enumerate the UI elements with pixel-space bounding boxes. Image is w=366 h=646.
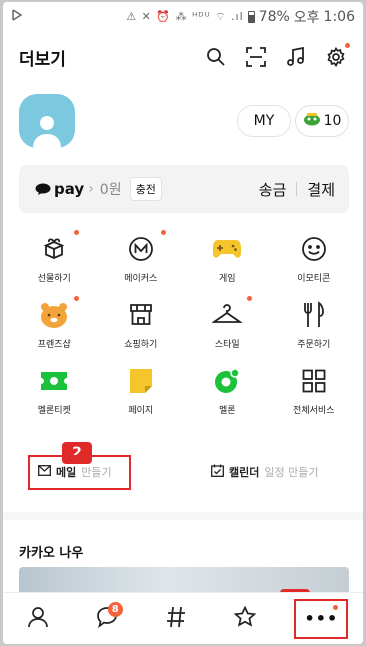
more-icon: ••• <box>304 609 339 628</box>
battery-level: 78% <box>258 9 290 25</box>
service-label: 멜론티켓 <box>37 406 71 416</box>
melon-icon <box>210 364 244 398</box>
my-button[interactable]: MY <box>237 105 291 137</box>
service-label: 스타일 <box>214 340 240 350</box>
star-icon <box>233 604 257 632</box>
person-icon <box>27 606 49 632</box>
friends-shop-icon <box>37 296 80 332</box>
service-label: 게임 <box>218 274 236 284</box>
charge-button[interactable]: 충전 <box>129 177 162 201</box>
page-title: 더보기 <box>19 49 66 70</box>
calendar-label: 캘린더 <box>229 466 260 479</box>
battery-icon <box>247 11 255 23</box>
service-label: 주문하기 <box>297 340 331 350</box>
service-page[interactable]: 페이지 <box>98 364 185 416</box>
service-all[interactable]: 전체서비스 <box>271 364 358 416</box>
scan-icon[interactable] <box>245 46 267 68</box>
melon-ticket-icon <box>37 364 71 398</box>
payment-button[interactable]: 결제 <box>307 179 335 200</box>
makers-icon <box>124 230 166 266</box>
shortcut-row: 메일 만들기 캘린더 일정 만들기 <box>19 454 349 490</box>
service-label: 메이커스 <box>124 274 158 284</box>
header-actions <box>205 43 350 68</box>
status-right: ⚠ ✕ ⏰ ⁂ ᴴᴰᵁ ⌔ .ıl 78% 오후 1:06 <box>126 7 355 27</box>
service-label: 선물하기 <box>37 274 71 284</box>
service-label: 이모티콘 <box>297 274 331 284</box>
service-friends-shop[interactable]: 프렌즈샵 <box>11 296 98 350</box>
pay-bubble-icon <box>35 183 51 195</box>
service-grid: 선물하기 메이커스 게임 이모티콘 프렌즈샵 쇼핑하기 스타일 주문하기 멜론티… <box>11 230 358 416</box>
screen: ⚠ ✕ ⏰ ⁂ ᴴᴰᵁ ⌔ .ıl 78% 오후 1:06 더보기 MY 10 … <box>3 2 363 644</box>
more-new-dot <box>333 604 339 610</box>
settings-icon[interactable] <box>325 43 350 68</box>
service-shopping[interactable]: 쇼핑하기 <box>98 298 185 350</box>
grid-icon <box>297 364 331 398</box>
calendar-check-icon <box>211 464 224 480</box>
pay-divider <box>296 182 298 196</box>
mail-sub-label: 만들기 <box>81 466 112 479</box>
pay-balance: 0원 <box>99 182 122 198</box>
tab-friends[interactable] <box>18 599 58 639</box>
hashtag-icon <box>166 606 186 632</box>
calendar-shortcut[interactable]: 캘린더 일정 만들기 <box>211 464 318 480</box>
service-label: 페이지 <box>128 406 154 416</box>
pay-logo-text: pay <box>54 180 85 198</box>
pay-bar: pay › 0원 충전 송금 결제 <box>19 165 349 213</box>
service-label: 프렌즈샵 <box>37 340 71 350</box>
service-label: 멜론 <box>218 406 236 416</box>
mail-label: 메일 <box>56 466 77 479</box>
tab-chats[interactable]: 8 <box>87 599 127 639</box>
game-icon <box>210 232 244 266</box>
tab-shopping[interactable] <box>225 599 265 639</box>
page-icon <box>124 364 158 398</box>
page-header: 더보기 <box>3 40 363 74</box>
avatar[interactable] <box>19 94 75 148</box>
profile-row: MY 10 <box>19 94 349 148</box>
service-order[interactable]: 주문하기 <box>271 298 358 350</box>
service-melon-ticket[interactable]: 멜론티켓 <box>11 364 98 416</box>
coin-count: 10 <box>323 113 342 129</box>
service-style[interactable]: 스타일 <box>184 296 271 350</box>
status-bar: ⚠ ✕ ⏰ ⁂ ᴴᴰᵁ ⌔ .ıl 78% 오후 1:06 <box>3 2 363 32</box>
service-emoticon[interactable]: 이모티콘 <box>271 232 358 284</box>
status-icons: ⚠ ✕ ⏰ ⁂ ᴴᴰᵁ ⌔ .ıl <box>126 10 244 23</box>
pay-logo[interactable]: pay <box>35 180 84 198</box>
service-gift[interactable]: 선물하기 <box>11 230 98 284</box>
send-button[interactable]: 송금 <box>259 179 287 200</box>
music-icon[interactable] <box>285 46 307 68</box>
shopping-icon <box>124 298 158 332</box>
tab-hashtag[interactable] <box>156 599 196 639</box>
notification-icon <box>11 9 23 25</box>
search-icon[interactable] <box>205 46 227 68</box>
mail-icon <box>38 465 51 479</box>
settings-new-dot <box>345 43 350 48</box>
chevron-right-icon: › <box>88 181 94 197</box>
fork-knife-icon <box>297 298 331 332</box>
coin-button[interactable]: 10 <box>295 105 349 137</box>
clock-ampm: 오후 <box>293 10 320 26</box>
emoticon-icon <box>297 232 331 266</box>
section-divider <box>3 512 363 520</box>
calendar-sub-label: 일정 만들기 <box>264 466 319 479</box>
mail-shortcut[interactable]: 메일 만들기 <box>28 454 131 490</box>
chat-unread-badge: 8 <box>107 601 123 617</box>
hanger-icon <box>210 296 253 332</box>
service-label: 전체서비스 <box>293 406 335 416</box>
bottom-tab-bar: 8 ••• <box>3 592 363 644</box>
service-makers[interactable]: 메이커스 <box>98 230 185 284</box>
kakao-now-title: 카카오 나우 <box>19 546 84 561</box>
coin-icon <box>303 112 321 130</box>
service-melon[interactable]: 멜론 <box>184 364 271 416</box>
gift-icon <box>37 230 80 266</box>
service-label: 쇼핑하기 <box>124 340 158 350</box>
tab-more[interactable]: ••• <box>294 598 349 639</box>
service-game[interactable]: 게임 <box>184 232 271 284</box>
status-left <box>11 9 126 25</box>
clock-time: 1:06 <box>323 9 355 25</box>
